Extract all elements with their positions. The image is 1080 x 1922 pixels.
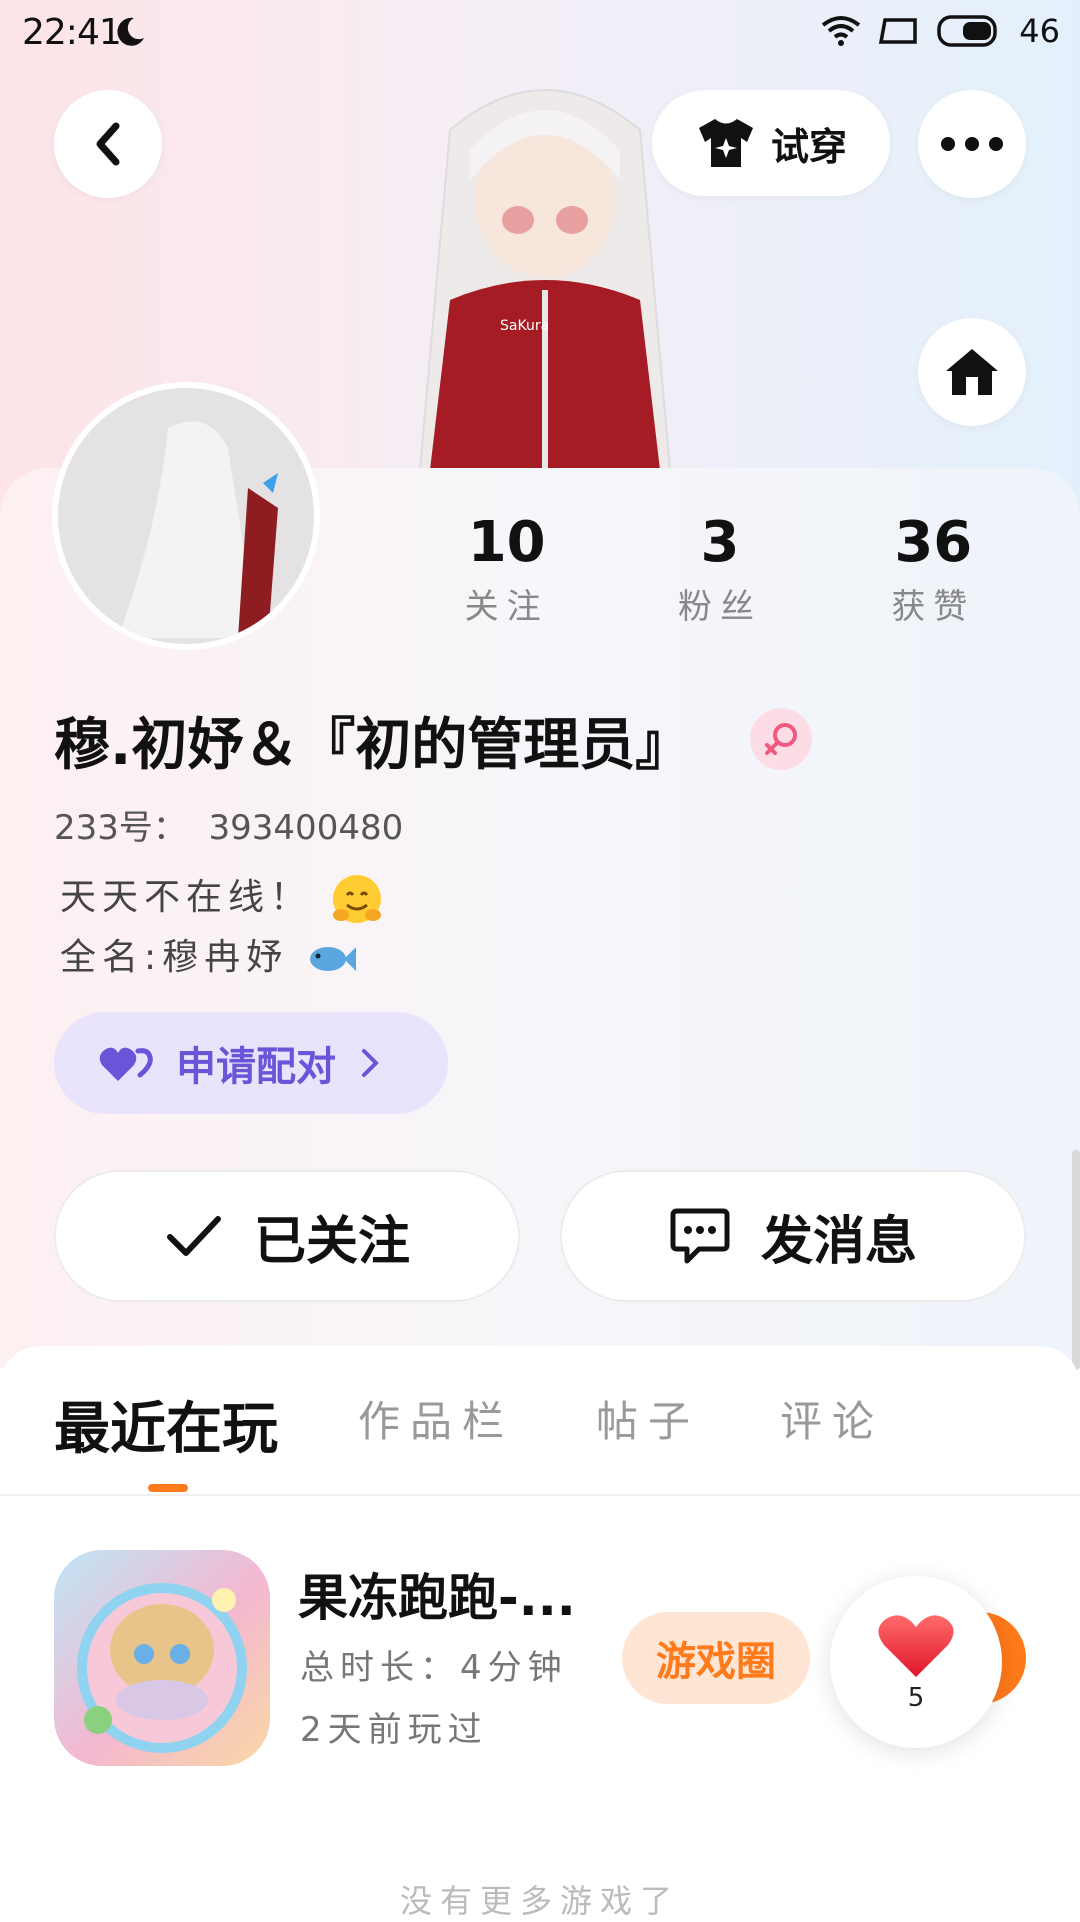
stat-fans[interactable]: 3 粉丝 [613,510,826,628]
double-heart-icon [99,1047,153,1081]
bio-line: 天天不在线！ [60,877,313,918]
tab-divider [0,1494,1080,1496]
tab-recently-played[interactable]: 最近在玩 [54,1384,278,1465]
gender-badge [750,708,812,770]
chevron-left-icon [96,122,120,166]
try-on-label: 试穿 [770,124,847,169]
like-count: 5 [907,1683,925,1713]
screen-icon [879,18,918,44]
following-label: 已关注 [253,1211,410,1272]
like-float-button[interactable]: 5 [830,1576,1002,1748]
bio: 天天不在线！ 全名:穆冉妤 [60,868,385,988]
battery-icon [937,15,998,47]
username: 穆.初妤＆『初的管理员』 [54,713,692,778]
tab-posts[interactable]: 帖子 [596,1388,700,1449]
avatar-character-image: SaKura [418,89,672,470]
wifi-icon [822,16,861,46]
tab-comments[interactable]: 评论 [780,1388,884,1449]
game-last-played: 2天前玩过 [300,1710,488,1750]
tab-works[interactable]: 作品栏 [358,1388,514,1449]
female-icon [765,723,797,755]
svg-text:SaKura: SaKura [500,318,549,334]
chevron-right-icon [362,1049,379,1077]
no-more-games-text: 没有更多游戏了 [399,1882,680,1920]
uid-value: 393400480 [208,808,404,848]
stat-following[interactable]: 10 关注 [400,510,613,628]
status-time: 22:41 [22,12,122,53]
chat-bubble-icon [670,1208,730,1264]
game-circle-label: 游戏圈 [656,1639,776,1685]
stats-row: 10 关注 3 粉丝 36 获赞 [400,510,1040,628]
uid-label: 233号： [54,808,187,848]
home-icon [946,349,998,395]
stat-label: 关注 [464,587,549,627]
status-icons: 46 [821,12,1060,50]
scrollbar[interactable] [1072,1150,1080,1370]
send-message-label: 发消息 [760,1211,917,1272]
more-dots-icon [941,137,1003,151]
back-button[interactable] [54,90,162,198]
checkmark-icon [166,1216,221,1256]
game-duration: 总时长：4分钟 [300,1648,568,1688]
more-button[interactable] [918,90,1026,198]
stat-value: 36 [894,510,973,575]
stat-value: 3 [700,510,740,575]
battery-level: 46 [1019,12,1060,50]
apply-pair-button[interactable]: 申请配对 [54,1012,448,1114]
fish-emoji-icon [309,947,356,971]
home-button[interactable] [918,318,1026,426]
heart-icon [878,1615,954,1677]
avatar[interactable] [52,382,320,650]
tab-active-indicator [148,1484,188,1492]
apply-pair-label: 申请配对 [176,1044,336,1090]
moon-icon [117,17,144,46]
bio-line: 全名:穆冉妤 [60,937,289,978]
game-icon[interactable] [54,1550,270,1766]
user-id: 233号： 393400480 [54,800,403,849]
status-bar: 22:41 46 [0,0,1080,70]
game-circle-button[interactable]: 游戏圈 [622,1612,810,1704]
stat-label: 粉丝 [677,587,762,627]
game-title[interactable]: 果冻跑跑-... [298,1558,576,1630]
following-button[interactable]: 已关注 [54,1170,520,1302]
stat-label: 获赞 [891,587,976,627]
send-message-button[interactable]: 发消息 [560,1170,1026,1302]
stat-value: 10 [467,510,546,575]
stat-likes[interactable]: 36 获赞 [827,510,1040,628]
avatar-image [58,388,314,644]
hug-emoji-icon [333,875,382,923]
